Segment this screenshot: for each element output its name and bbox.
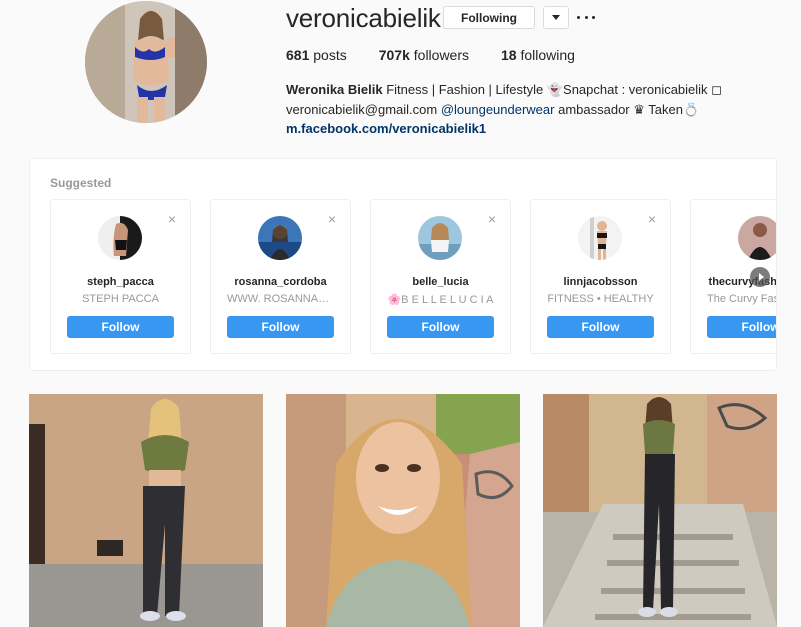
suggested-username[interactable]: linnjacobsson	[531, 276, 670, 288]
following-label: following	[516, 47, 575, 63]
posts-stat: 681 posts	[286, 47, 347, 63]
profile-website-link[interactable]: m.facebook.com/veronicabielik1	[286, 121, 486, 136]
suggested-avatar-image	[258, 216, 302, 260]
post-thumbnail[interactable]	[286, 394, 520, 627]
suggested-username[interactable]: rosanna_cordoba	[211, 276, 350, 288]
suggested-fullname: WWW. ROSANNACORDOBA	[227, 293, 350, 305]
suggested-title: Suggested	[50, 176, 112, 190]
suggested-avatar-image	[98, 216, 142, 260]
close-icon[interactable]: ×	[648, 212, 656, 226]
posts-label: posts	[309, 47, 347, 63]
bio-line-2: veronicabielik@gmail.com @loungeunderwea…	[286, 100, 766, 120]
profile-avatar-image	[85, 1, 207, 123]
suggested-fullname: STEPH PACCA	[82, 293, 159, 305]
suggested-avatar-image	[578, 216, 622, 260]
suggested-panel: Suggested × steph_pacca STEPH PACCA Foll…	[29, 158, 777, 371]
following-count: 18	[501, 47, 517, 63]
suggestions-dropdown-button[interactable]	[543, 6, 569, 29]
suggested-avatar-image	[418, 216, 462, 260]
close-icon[interactable]: ×	[328, 212, 336, 226]
chevron-down-icon	[552, 15, 560, 20]
bio-line-1: Weronika Bielik Fitness | Fashion | Life…	[286, 80, 766, 100]
followers-count: 707k	[378, 47, 410, 63]
post-thumbnail[interactable]	[29, 394, 263, 627]
post-image	[286, 394, 520, 627]
bio-mention-link[interactable]: @loungeunderwear	[441, 102, 555, 117]
suggested-avatar[interactable]	[418, 216, 462, 260]
profile-avatar[interactable]	[85, 1, 207, 123]
suggested-username[interactable]: belle_lucia	[371, 276, 510, 288]
suggested-card: × steph_pacca STEPH PACCA Follow	[50, 199, 191, 354]
posts-count: 681	[286, 47, 310, 63]
close-icon[interactable]: ×	[488, 212, 496, 226]
more-options-icon-dot	[584, 15, 588, 19]
bio-description: Fitness | Fashion | Lifestyle 👻Snapchat …	[382, 82, 722, 97]
suggested-avatar[interactable]	[258, 216, 302, 260]
suggested-fullname: FITNESS • HEALTHY	[547, 293, 654, 305]
bio-line-2-text: ambassador ♛ Taken💍	[554, 101, 700, 117]
post-thumbnail[interactable]	[543, 394, 777, 627]
suggested-avatar[interactable]	[578, 216, 622, 260]
bio-line-3: m.facebook.com/veronicabielik1	[286, 119, 766, 139]
followers-stat[interactable]: 707k followers	[379, 47, 469, 63]
suggested-card: × belle_lucia 🌸B E L L E L U C I A Follo…	[370, 199, 511, 354]
post-image	[29, 394, 263, 627]
followers-label: followers	[409, 47, 470, 63]
chevron-right-icon	[758, 273, 764, 281]
suggested-username[interactable]: steph_pacca	[51, 276, 190, 288]
suggested-avatar[interactable]	[98, 216, 142, 260]
follow-button[interactable]: Follow	[227, 316, 334, 338]
following-button[interactable]: Following	[443, 6, 535, 29]
close-icon[interactable]: ×	[168, 212, 176, 226]
profile-stats: 681 posts 707k followers 18 following	[286, 47, 607, 63]
more-options-icon-dot	[592, 15, 595, 19]
more-options-icon	[577, 15, 580, 19]
follow-button[interactable]: Follow	[707, 316, 776, 338]
suggested-card: × rosanna_cordoba WWW. ROSANNACORDOBA Fo…	[210, 199, 351, 354]
profile-full-name: Weronika Bielik	[286, 82, 383, 97]
suggested-avatar[interactable]	[738, 216, 776, 260]
follow-button[interactable]: Follow	[387, 316, 494, 338]
following-stat[interactable]: 18 following	[501, 47, 575, 63]
follow-button[interactable]: Follow	[547, 316, 654, 338]
suggested-card: × linnjacobsson FITNESS • HEALTHY Follow	[530, 199, 671, 354]
profile-bio: Weronika Bielik Fitness | Fashion | Life…	[286, 80, 766, 139]
profile-username: veronicabielik	[286, 3, 441, 33]
suggested-fullname: The Curvy Fashionista	[707, 293, 776, 305]
post-image	[543, 394, 777, 627]
suggested-fullname: 🌸B E L L E L U C I A	[387, 294, 494, 306]
more-options-button[interactable]	[577, 8, 595, 26]
suggested-avatar-image	[738, 216, 776, 260]
bio-email: veronicabielik@gmail.com	[286, 101, 441, 117]
follow-button[interactable]: Follow	[67, 316, 174, 338]
suggested-next-button[interactable]	[750, 267, 770, 287]
